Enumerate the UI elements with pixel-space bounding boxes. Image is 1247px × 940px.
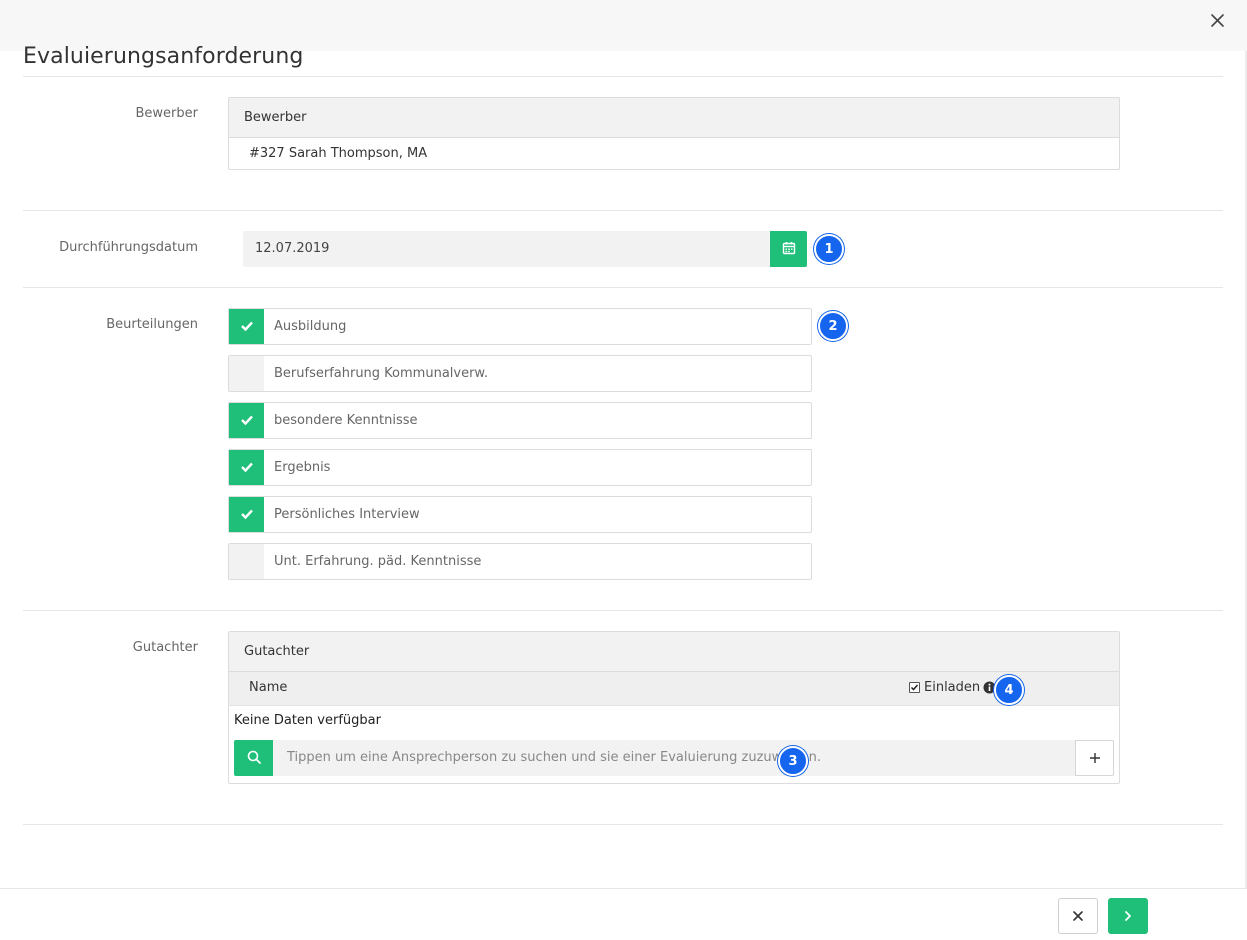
chevron-right-icon bbox=[1123, 907, 1133, 926]
step-badge-2: 2 bbox=[818, 311, 848, 341]
assessment-label: Ergebnis bbox=[274, 460, 331, 475]
assessment-label: Persönliches Interview bbox=[274, 507, 420, 522]
step-badge-4: 4 bbox=[994, 675, 1024, 705]
cancel-button[interactable] bbox=[1058, 898, 1098, 934]
divider bbox=[23, 610, 1223, 611]
assessment-item[interactable]: Persönliches Interview bbox=[228, 496, 812, 533]
column-header-name[interactable]: Name bbox=[249, 680, 287, 695]
reviewer-search: Tippen um eine Ansprechperson zu suchen … bbox=[234, 740, 1114, 776]
close-icon[interactable] bbox=[1207, 10, 1229, 32]
empty-state-text: Keine Daten verfügbar bbox=[234, 713, 381, 728]
assessments-label: Beurteilungen bbox=[106, 317, 198, 332]
date-input[interactable]: 12.07.2019 bbox=[243, 231, 771, 267]
check-icon bbox=[240, 458, 254, 477]
assessment-label: Berufserfahrung Kommunalverw. bbox=[274, 366, 489, 381]
plus-icon bbox=[1089, 749, 1101, 768]
check-icon bbox=[240, 411, 254, 430]
reviewers-panel-title: Gutachter bbox=[229, 632, 1119, 672]
divider bbox=[23, 76, 1223, 77]
applicant-label: Bewerber bbox=[135, 106, 199, 121]
divider bbox=[23, 824, 1223, 825]
checkbox[interactable] bbox=[229, 544, 264, 579]
invite-checkbox[interactable] bbox=[909, 682, 920, 693]
date-label: Durchführungsdatum bbox=[59, 240, 198, 255]
close-icon bbox=[1072, 907, 1084, 926]
divider bbox=[23, 210, 1223, 211]
add-reviewer-button[interactable] bbox=[1075, 740, 1114, 776]
table-header: Name Einladen bbox=[229, 672, 1119, 706]
assessment-label: Unt. Erfahrung. päd. Kenntnisse bbox=[274, 554, 482, 569]
checkbox[interactable] bbox=[229, 450, 264, 485]
assessment-item[interactable]: Berufserfahrung Kommunalverw. bbox=[228, 355, 812, 392]
check-icon bbox=[240, 317, 254, 336]
assessment-item[interactable]: Ausbildung bbox=[228, 308, 812, 345]
step-badge-1: 1 bbox=[814, 234, 844, 264]
check-icon bbox=[240, 505, 254, 524]
search-input[interactable]: Tippen um eine Ansprechperson zu suchen … bbox=[273, 740, 1075, 776]
calendar-icon bbox=[782, 240, 796, 259]
checkbox[interactable] bbox=[229, 497, 264, 532]
step-badge-3: 3 bbox=[778, 746, 808, 776]
applicant-value: #327 Sarah Thompson, MA bbox=[249, 146, 428, 161]
assessment-item[interactable]: Ergebnis bbox=[228, 449, 812, 486]
assessment-label: besondere Kenntnisse bbox=[274, 413, 418, 428]
reviewers-label: Gutachter bbox=[132, 640, 198, 655]
search-icon bbox=[247, 749, 261, 768]
checkbox[interactable] bbox=[229, 356, 264, 391]
assessment-label: Ausbildung bbox=[274, 319, 347, 334]
reviewers-panel: Gutachter Name Einladen Keine Daten verf… bbox=[228, 631, 1120, 784]
column-header-invite: Einladen bbox=[909, 680, 996, 695]
search-button[interactable] bbox=[234, 740, 273, 776]
page-title: Evaluierungsanforderung bbox=[23, 44, 304, 69]
calendar-button[interactable] bbox=[770, 231, 807, 267]
applicant-panel-title: Bewerber bbox=[229, 98, 1119, 138]
divider bbox=[23, 287, 1223, 288]
next-button[interactable] bbox=[1108, 898, 1148, 934]
invite-label: Einladen bbox=[924, 680, 981, 695]
checkbox[interactable] bbox=[229, 403, 264, 438]
checkbox[interactable] bbox=[229, 309, 264, 344]
assessment-item[interactable]: Unt. Erfahrung. päd. Kenntnisse bbox=[228, 543, 812, 580]
applicant-panel: Bewerber #327 Sarah Thompson, MA bbox=[228, 97, 1120, 170]
assessment-item[interactable]: besondere Kenntnisse bbox=[228, 402, 812, 439]
